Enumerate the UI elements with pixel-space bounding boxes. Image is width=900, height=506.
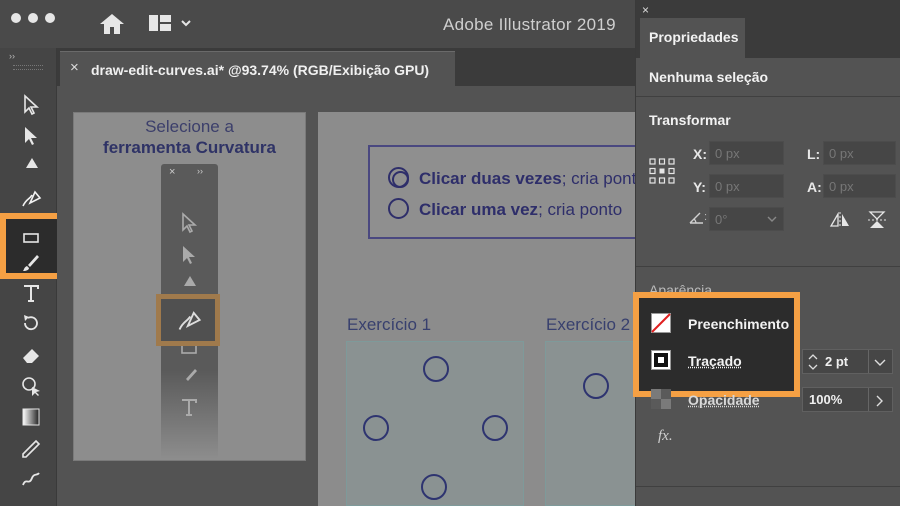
- mini-grip-icon: ››: [197, 166, 203, 176]
- mini-close-icon: ×: [169, 166, 176, 178]
- mini-curvature-icon: [178, 311, 202, 330]
- mini-type-icon: [182, 399, 197, 416]
- mini-selection-icon: [182, 212, 198, 234]
- eyedropper-tool-icon[interactable]: [18, 436, 44, 462]
- height-field[interactable]: 0 px: [823, 174, 896, 198]
- angle-colon: :: [704, 211, 708, 223]
- tab-properties[interactable]: Propriedades: [640, 18, 745, 58]
- close-panel-icon[interactable]: ×: [642, 3, 649, 17]
- illustrator-window: Adobe Illustrator 2019 ›› × draw-edit-cu…: [0, 0, 900, 506]
- anchor-point[interactable]: [363, 415, 389, 441]
- close-document-icon[interactable]: ×: [70, 59, 79, 76]
- stroke-weight-stepper[interactable]: 2 pt: [802, 349, 893, 374]
- eraser-tool-icon[interactable]: [18, 342, 44, 368]
- properties-panel-header: × Propriedades: [636, 0, 900, 58]
- document-tab[interactable]: × draw-edit-curves.ai* @93.74% (RGB/Exib…: [60, 51, 455, 86]
- opacity-label[interactable]: Opacidade: [688, 392, 760, 408]
- curvature-tool-icon[interactable]: [18, 185, 44, 211]
- instruction-line1: Selecione a: [145, 117, 234, 136]
- reference-point-icon[interactable]: [649, 158, 675, 184]
- instruction-card: Selecione a ferramenta Curvatura × ››: [73, 112, 306, 461]
- rotate-tool-icon[interactable]: [18, 310, 44, 336]
- y-label: Y:: [693, 179, 706, 195]
- hint-single-click: Clicar uma vez; cria ponto: [388, 198, 622, 220]
- height-label: A:: [807, 179, 822, 195]
- panel-collapse-grip[interactable]: ››: [9, 51, 15, 61]
- anchor-point[interactable]: [423, 356, 449, 382]
- stepper-arrows-icon[interactable]: [808, 352, 818, 372]
- x-field[interactable]: 0 px: [709, 141, 784, 165]
- chevron-down-icon: [181, 20, 191, 27]
- rotate-angle-field[interactable]: 0°: [709, 207, 784, 231]
- hint-box: Clicar duas vezes; cria pont Clicar uma …: [368, 145, 648, 239]
- app-title: Adobe Illustrator 2019: [443, 15, 616, 34]
- divider: [636, 96, 900, 97]
- width-field[interactable]: 0 px: [823, 141, 896, 165]
- opacity-icon: [651, 389, 671, 409]
- x-label: X:: [693, 146, 707, 162]
- zoom-window-button[interactable]: [45, 13, 55, 23]
- rectangle-tool-icon[interactable]: [18, 224, 44, 250]
- flip-vertical-icon[interactable]: [868, 210, 886, 230]
- exercise-1-label: Exercício 1: [347, 315, 432, 334]
- smooth-point-icon: [388, 167, 409, 188]
- fx-effects-button[interactable]: fx.: [658, 428, 673, 445]
- panel-drag-handle[interactable]: [13, 65, 43, 70]
- tools-panel: ››: [0, 48, 66, 506]
- divider: [868, 388, 869, 411]
- chevron-down-icon[interactable]: [874, 359, 886, 367]
- workspace-layout-icon[interactable]: [149, 15, 195, 36]
- paintbrush-tool-icon[interactable]: [18, 250, 44, 276]
- fill-none-swatch-icon[interactable]: [651, 313, 671, 333]
- width-label: L:: [807, 146, 821, 162]
- minimize-window-button[interactable]: [28, 13, 38, 23]
- anchor-point[interactable]: [583, 373, 609, 399]
- document-title: draw-edit-curves.ai* @93.74% (RGB/Exibiç…: [91, 62, 430, 78]
- gradient-tool-icon[interactable]: [18, 404, 44, 430]
- exercise-2-box[interactable]: [545, 341, 640, 506]
- close-window-button[interactable]: [11, 13, 21, 23]
- anchor-point[interactable]: [482, 415, 508, 441]
- document-tab-bar: × draw-edit-curves.ai* @93.74% (RGB/Exib…: [57, 48, 637, 86]
- chevron-down-icon[interactable]: [767, 216, 777, 223]
- mini-direct-selection-icon: [183, 246, 195, 264]
- stroke-weight-value[interactable]: 2 pt: [825, 354, 848, 369]
- type-tool-icon[interactable]: [18, 280, 44, 306]
- divider: [636, 266, 900, 267]
- divider: [868, 350, 869, 373]
- direct-selection-tool-icon[interactable]: [18, 123, 44, 149]
- divider: [636, 486, 900, 487]
- exercise-2-label: Exercício 2: [546, 315, 631, 334]
- no-selection-label: Nenhuma seleção: [649, 69, 769, 85]
- mini-brush-icon: [186, 369, 197, 381]
- opacity-field[interactable]: 100%: [802, 387, 893, 412]
- selection-tool-icon[interactable]: [18, 92, 44, 118]
- opacity-value[interactable]: 100%: [809, 392, 842, 407]
- chevron-right-icon[interactable]: [876, 395, 884, 407]
- exercise-1-box[interactable]: [346, 341, 524, 506]
- tab-properties-label: Propriedades: [649, 29, 739, 45]
- stroke-label[interactable]: Traçado: [688, 353, 742, 369]
- pen-tool-icon[interactable]: [18, 152, 44, 178]
- stroke-swatch-icon[interactable]: [651, 350, 671, 370]
- corner-point-icon: [388, 198, 409, 219]
- transform-section-title: Transformar: [649, 112, 731, 128]
- hint-double-click: Clicar duas vezes; cria pont: [388, 167, 636, 189]
- fill-label[interactable]: Preenchimento: [688, 316, 789, 332]
- instruction-line2: ferramenta Curvatura: [103, 138, 276, 157]
- properties-panel: × Propriedades Nenhuma seleção Transform…: [633, 0, 900, 506]
- mini-pen-icon: [184, 276, 196, 286]
- anchor-point[interactable]: [421, 474, 447, 500]
- shape-builder-tool-icon[interactable]: [18, 373, 44, 399]
- y-field[interactable]: 0 px: [709, 174, 784, 198]
- home-icon[interactable]: [99, 13, 125, 40]
- mini-curvature-highlight: [156, 294, 220, 346]
- blend-tool-icon[interactable]: [18, 466, 44, 492]
- flip-horizontal-icon[interactable]: [829, 212, 851, 228]
- appearance-highlight: [633, 292, 800, 397]
